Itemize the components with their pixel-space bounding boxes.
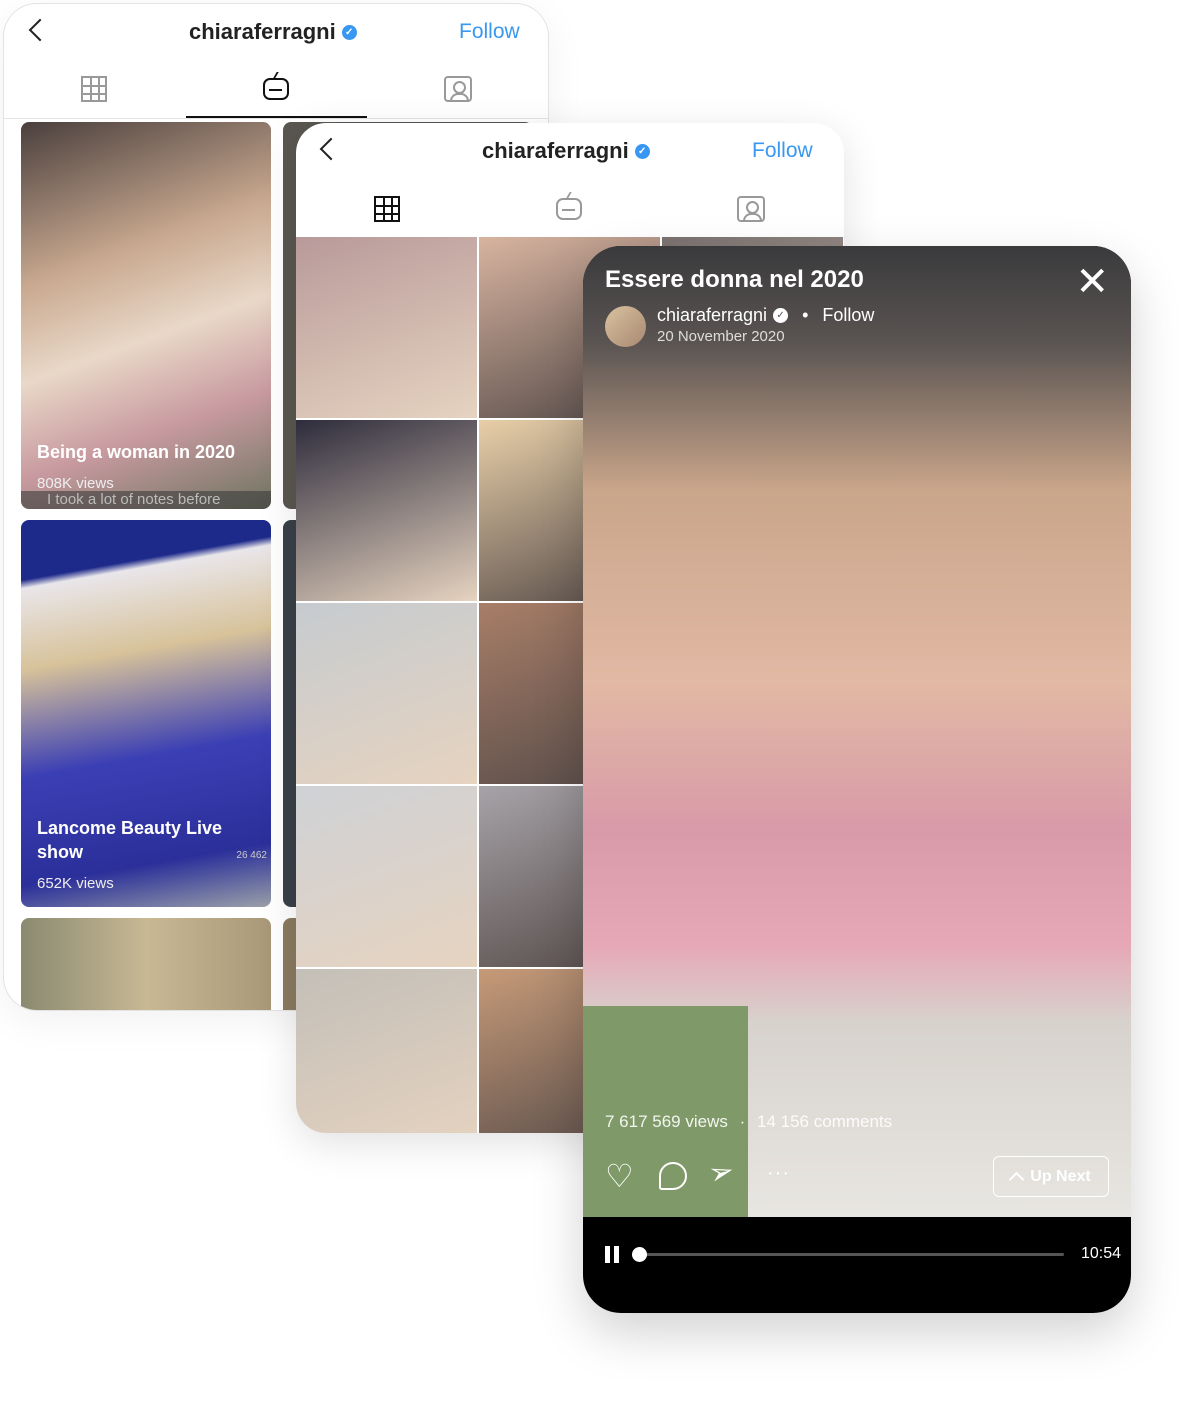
video-title: Essere donna nel 2020: [605, 266, 864, 293]
tab-igtv[interactable]: [262, 73, 290, 101]
pause-icon[interactable]: [605, 1246, 619, 1263]
tab-igtv[interactable]: [555, 193, 583, 221]
tab-grid[interactable]: [373, 195, 401, 223]
tab-grid[interactable]: [80, 75, 108, 103]
separator: •: [802, 305, 809, 325]
video-frame[interactable]: [583, 246, 1131, 1217]
igtv-card[interactable]: [21, 918, 271, 1010]
profile-title: chiaraferragni ✓: [482, 138, 650, 164]
card-views: 808K views: [37, 475, 114, 492]
avatar[interactable]: [605, 306, 646, 347]
verified-icon: ✓: [634, 143, 650, 159]
separator: ·: [739, 1112, 746, 1131]
username[interactable]: chiaraferragni: [657, 305, 767, 326]
up-next-label: Up Next: [1030, 1167, 1091, 1185]
tagged-icon: [737, 196, 765, 222]
more-options-icon[interactable]: ···: [767, 1162, 790, 1185]
card-overlay-text: 26 462: [236, 850, 267, 861]
back-icon[interactable]: [28, 18, 52, 42]
card-caption: I took a lot of notes before: [21, 491, 271, 509]
comment-icon[interactable]: [659, 1162, 687, 1190]
profile-title: chiaraferragni ✓: [189, 19, 357, 45]
igtv-icon: [556, 198, 582, 220]
grid-post[interactable]: [296, 603, 477, 784]
igtv-card[interactable]: Lancome Beauty Live show 652K views 26 4…: [21, 520, 271, 907]
divider: [4, 118, 548, 119]
verified-icon: ✓: [341, 24, 357, 40]
progress-bar[interactable]: [632, 1247, 1064, 1262]
grid-post[interactable]: [296, 237, 477, 418]
tab-tagged[interactable]: [737, 195, 765, 223]
card-title: Being a woman in 2020: [37, 442, 236, 462]
follow-button[interactable]: Follow: [752, 139, 813, 163]
up-next-button[interactable]: Up Next: [993, 1156, 1109, 1197]
card-views: 652K views: [37, 875, 114, 892]
grid-post[interactable]: [296, 420, 477, 601]
follow-button[interactable]: Follow: [822, 305, 874, 326]
grid-icon: [81, 76, 107, 102]
tab-tagged[interactable]: [444, 75, 472, 103]
grid-post[interactable]: [296, 786, 477, 967]
view-count: 7 617 569 views: [605, 1112, 728, 1131]
comment-count[interactable]: 14 156 comments: [757, 1112, 892, 1131]
igtv-icon: [263, 78, 289, 100]
close-icon[interactable]: ✕: [1075, 262, 1109, 302]
progress-handle[interactable]: [632, 1247, 647, 1262]
grid-icon: [374, 196, 400, 222]
back-icon[interactable]: [319, 137, 343, 161]
grid-post[interactable]: [296, 969, 477, 1133]
username: chiaraferragni: [482, 138, 629, 163]
header: chiaraferragni ✓ Follow: [4, 4, 548, 64]
duration: 10:54: [1080, 1245, 1121, 1262]
igtv-video-player: Essere donna nel 2020 ✕ chiaraferragni ✓…: [583, 246, 1131, 1313]
verified-icon: ✓: [773, 308, 789, 323]
post-date: 20 November 2020: [657, 328, 785, 345]
username: chiaraferragni: [189, 19, 336, 44]
igtv-card[interactable]: Being a woman in 2020 808K views I took …: [21, 122, 271, 509]
chevron-up-icon: [1008, 1171, 1025, 1188]
like-icon[interactable]: ♡: [605, 1160, 634, 1192]
follow-button[interactable]: Follow: [459, 20, 520, 44]
card-title: Lancome Beauty Live show: [37, 818, 223, 862]
tagged-icon: [444, 76, 472, 102]
